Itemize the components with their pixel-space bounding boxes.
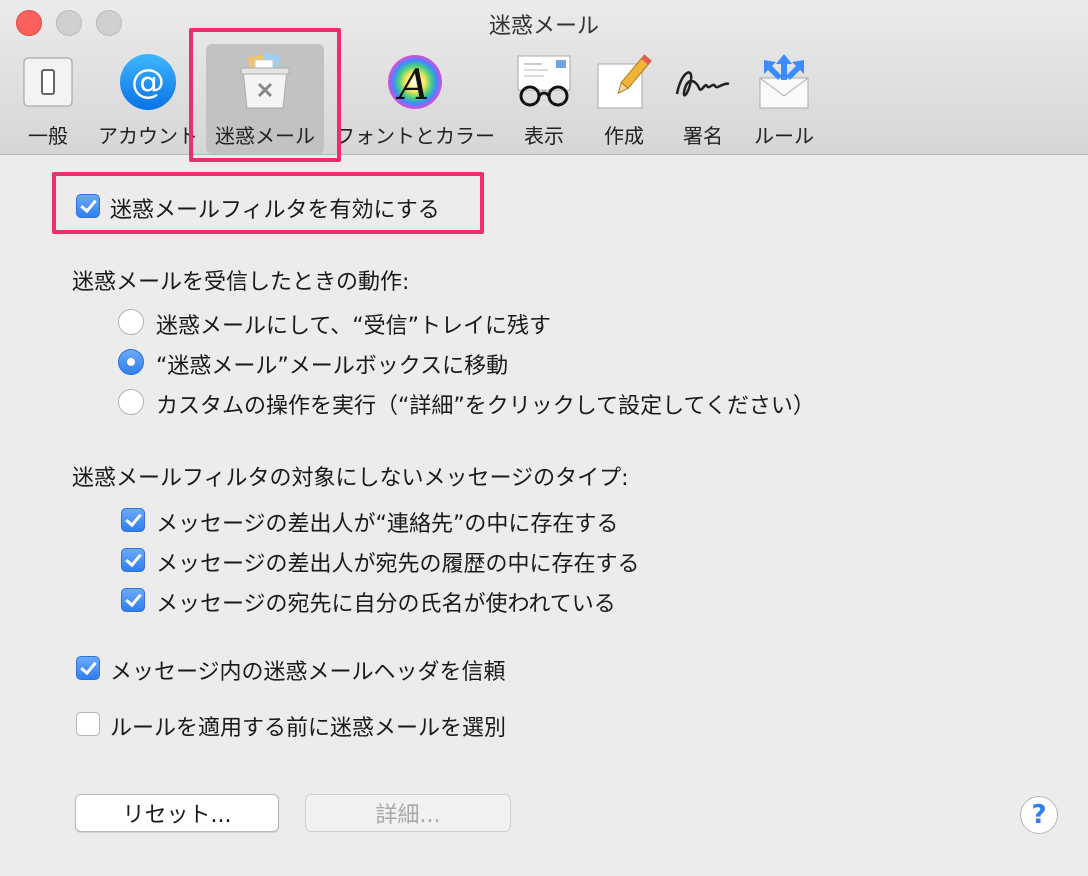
radio-leave-in-inbox[interactable] bbox=[118, 309, 144, 335]
at-sign-icon: @ bbox=[116, 50, 180, 114]
filter-before-rules-checkbox[interactable] bbox=[76, 712, 100, 736]
general-switch-icon bbox=[16, 50, 80, 114]
filter-before-rules-label[interactable]: ルールを適用する前に迷惑メールを選別 bbox=[110, 710, 506, 742]
preferences-window: 迷惑メール 一般 @ アカウント 迷惑メール A フォントとカラー 表示 作成 … bbox=[0, 0, 1088, 876]
svg-text:A: A bbox=[395, 60, 429, 109]
tab-label: フォントとカラー bbox=[335, 124, 495, 148]
compose-pencil-icon bbox=[592, 50, 656, 114]
font-color-icon: A bbox=[383, 50, 447, 114]
tab-general[interactable]: 一般 bbox=[14, 44, 82, 154]
radio-move-to-junk-label[interactable]: “迷惑メール”メールボックスに移動 bbox=[156, 348, 508, 380]
rules-arrows-icon bbox=[752, 50, 816, 114]
tab-label: アカウント bbox=[98, 124, 198, 148]
tab-rules[interactable]: ルール bbox=[748, 44, 820, 154]
tab-accounts[interactable]: @ アカウント bbox=[94, 44, 202, 154]
action-heading: 迷惑メールを受信したときの動作: bbox=[72, 270, 410, 295]
tab-viewing[interactable]: 表示 bbox=[508, 44, 580, 154]
exempt-addressed-full-name-label[interactable]: メッセージの宛先に自分の氏名が使われている bbox=[156, 586, 616, 618]
advanced-button[interactable]: 詳細... bbox=[305, 794, 511, 832]
radio-custom-action-label[interactable]: カスタムの操作を実行（“詳細”をクリックして設定してください） bbox=[156, 388, 815, 420]
exempt-heading: 迷惑メールフィルタの対象にしないメッセージのタイプ: bbox=[72, 466, 629, 491]
exempt-sender-in-recents-label[interactable]: メッセージの差出人が宛先の履歴の中に存在する bbox=[156, 546, 640, 578]
tab-label: ルール bbox=[754, 124, 814, 148]
tab-fonts-colors[interactable]: A フォントとカラー bbox=[334, 44, 496, 154]
window-title: 迷惑メール bbox=[488, 14, 599, 39]
trust-junk-headers-label[interactable]: メッセージ内の迷惑メールヘッダを信頼 bbox=[110, 654, 506, 686]
svg-text:@: @ bbox=[131, 62, 165, 102]
signature-icon bbox=[671, 50, 735, 114]
tab-label: 作成 bbox=[604, 124, 644, 148]
radio-move-to-junk[interactable] bbox=[118, 349, 144, 375]
help-button[interactable]: ? bbox=[1020, 796, 1058, 834]
trust-junk-headers-checkbox[interactable] bbox=[76, 656, 100, 680]
tab-label: 一般 bbox=[28, 124, 68, 148]
radio-custom-action[interactable] bbox=[118, 389, 144, 415]
exempt-addressed-full-name-checkbox[interactable] bbox=[121, 588, 145, 612]
tab-signatures[interactable]: 署名 bbox=[668, 44, 738, 154]
tab-label: 署名 bbox=[683, 124, 723, 148]
exempt-sender-in-contacts-checkbox[interactable] bbox=[121, 508, 145, 532]
radio-leave-in-inbox-label[interactable]: 迷惑メールにして、“受信”トレイに残す bbox=[156, 308, 551, 340]
enable-junk-filter-checkbox[interactable] bbox=[76, 194, 100, 218]
enable-junk-filter-label[interactable]: 迷惑メールフィルタを有効にする bbox=[110, 192, 440, 224]
view-glasses-icon bbox=[512, 50, 576, 114]
highlight-junk-tab bbox=[189, 28, 341, 162]
exempt-sender-in-recents-checkbox[interactable] bbox=[121, 548, 145, 572]
reset-button[interactable]: リセット... bbox=[75, 794, 279, 832]
tab-label: 表示 bbox=[524, 124, 564, 148]
tab-composing[interactable]: 作成 bbox=[592, 44, 656, 154]
toolbar: 迷惑メール 一般 @ アカウント 迷惑メール A フォントとカラー 表示 作成 … bbox=[0, 0, 1088, 155]
exempt-sender-in-contacts-label[interactable]: メッセージの差出人が“連絡先”の中に存在する bbox=[156, 506, 618, 538]
